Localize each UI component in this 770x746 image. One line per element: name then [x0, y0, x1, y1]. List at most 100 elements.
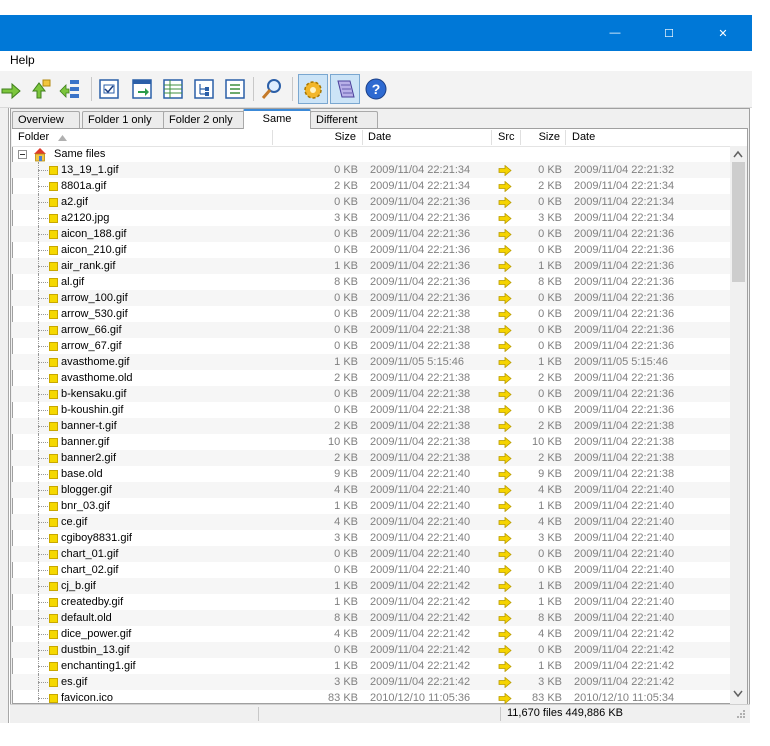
- table-row[interactable]: default.old 8 KB 2009/11/04 22:21:42 8 KB 20…: [12, 610, 730, 626]
- compare-gear-icon[interactable]: [301, 77, 325, 101]
- table-row[interactable]: a2120.jpg 3 KB 2009/11/04 22:21:36 3 KB 2009…: [12, 210, 730, 226]
- scroll-down-icon[interactable]: [733, 690, 743, 698]
- tab-overview[interactable]: Overview: [12, 111, 80, 128]
- scroll-up-icon[interactable]: [733, 150, 743, 158]
- file-size-right: 3 KB: [538, 676, 562, 688]
- file-date-left: 2009/11/04 22:21:42: [370, 596, 471, 608]
- arrow-right-icon: [498, 613, 512, 624]
- details-icon[interactable]: [223, 77, 247, 101]
- file-size-right: 0 KB: [538, 340, 562, 352]
- file-date-right: 2009/11/05 5:15:46: [574, 356, 668, 368]
- tab-same[interactable]: Same: [243, 109, 311, 129]
- notes-icon[interactable]: [333, 77, 357, 101]
- table-row[interactable]: avasthome.gif 1 KB 2009/11/05 5:15:46 1 KB 2…: [12, 354, 730, 370]
- arrow-right-icon: [498, 565, 512, 576]
- tree-view-icon[interactable]: [192, 77, 216, 101]
- table-row[interactable]: aicon_210.gif 0 KB 2009/11/04 22:21:36 0 KB…: [12, 242, 730, 258]
- table-row[interactable]: dice_power.gif 4 KB 2009/11/04 22:21:42 4 K…: [12, 626, 730, 642]
- table-row[interactable]: bnr_03.gif 1 KB 2009/11/04 22:21:40 1 KB 200…: [12, 498, 730, 514]
- table-row[interactable]: es.gif 3 KB 2009/11/04 22:21:42 3 KB 2009/11…: [12, 674, 730, 690]
- export-icon[interactable]: [130, 77, 154, 101]
- file-size-right: 1 KB: [538, 260, 562, 272]
- resize-grip-icon[interactable]: [734, 709, 746, 721]
- check-list-icon[interactable]: [97, 77, 121, 101]
- file-date-left: 2009/11/04 22:21:38: [370, 452, 471, 464]
- file-size-left: 1 KB: [334, 596, 358, 608]
- file-name: b-koushin.gif: [61, 404, 124, 416]
- file-date-right: 2009/11/04 22:21:34: [574, 212, 675, 224]
- column-size-left[interactable]: Size: [274, 131, 356, 143]
- tab-folder2-only[interactable]: Folder 2 only: [163, 111, 245, 128]
- table-row[interactable]: a2.gif 0 KB 2009/11/04 22:21:36 0 KB 2009/11…: [12, 194, 730, 210]
- table-row[interactable]: 13_19_1.gif 0 KB 2009/11/04 22:21:34 0 KB 20…: [12, 162, 730, 178]
- table-row[interactable]: base.old 9 KB 2009/11/04 22:21:40 9 KB 2009/…: [12, 466, 730, 482]
- arrow-right-icon: [498, 293, 512, 304]
- file-name: banner-t.gif: [61, 420, 117, 432]
- arrow-right-icon: [498, 533, 512, 544]
- file-size-left: 1 KB: [334, 356, 358, 368]
- file-icon: [49, 582, 58, 591]
- file-name: chart_01.gif: [61, 548, 119, 560]
- help-icon[interactable]: ?: [364, 77, 388, 101]
- file-name: arrow_67.gif: [61, 340, 122, 352]
- table-row[interactable]: banner2.gif 2 KB 2009/11/04 22:21:38 2 KB 20…: [12, 450, 730, 466]
- column-date-left[interactable]: Date: [368, 131, 391, 143]
- table-row[interactable]: dustbin_13.gif 0 KB 2009/11/04 22:21:42 0 K…: [12, 642, 730, 658]
- file-size-left: 0 KB: [334, 244, 358, 256]
- table-row[interactable]: arrow_530.gif 0 KB 2009/11/04 22:21:38 0 KB…: [12, 306, 730, 322]
- file-icon: [49, 534, 58, 543]
- scroll-thumb[interactable]: [732, 162, 745, 282]
- table-row[interactable]: avasthome.old 2 KB 2009/11/04 22:21:38 2 KB…: [12, 370, 730, 386]
- table-row[interactable]: createdby.gif 1 KB 2009/11/04 22:21:42 1 KB…: [12, 594, 730, 610]
- column-date-right[interactable]: Date: [572, 131, 595, 143]
- table-row[interactable]: banner-t.gif 2 KB 2009/11/04 22:21:38 2 KB 2…: [12, 418, 730, 434]
- maximize-button[interactable]: ☐: [646, 15, 692, 51]
- file-size-left: 0 KB: [334, 292, 358, 304]
- table-row[interactable]: blogger.gif 4 KB 2009/11/04 22:21:40 4 KB 20…: [12, 482, 730, 498]
- close-button[interactable]: ✕: [700, 15, 746, 51]
- table-row[interactable]: arrow_67.gif 0 KB 2009/11/04 22:21:38 0 KB 2…: [12, 338, 730, 354]
- table-row[interactable]: aicon_188.gif 0 KB 2009/11/04 22:21:36 0 KB…: [12, 226, 730, 242]
- table-row[interactable]: arrow_100.gif 0 KB 2009/11/04 22:21:36 0 KB…: [12, 290, 730, 306]
- table-row[interactable]: b-koushin.gif 0 KB 2009/11/04 22:21:38 0 KB…: [12, 402, 730, 418]
- table-row[interactable]: cgiboy8831.gif 3 KB 2009/11/04 22:21:40 3 K…: [12, 530, 730, 546]
- copy-left-icon[interactable]: [29, 77, 53, 101]
- copy-right-icon[interactable]: [0, 77, 24, 101]
- table-icon[interactable]: [161, 77, 185, 101]
- collapse-icon[interactable]: [18, 150, 27, 159]
- minimize-button[interactable]: —: [592, 15, 638, 51]
- table-row[interactable]: air_rank.gif 1 KB 2009/11/04 22:21:36 1 KB 2…: [12, 258, 730, 274]
- file-icon: [49, 502, 58, 511]
- table-row[interactable]: al.gif 8 KB 2009/11/04 22:21:36 8 KB 2009/11…: [12, 274, 730, 290]
- file-name: al.gif: [61, 276, 85, 288]
- file-date-left: 2009/11/04 22:21:36: [370, 228, 471, 240]
- table-row[interactable]: ce.gif 4 KB 2009/11/04 22:21:40 4 KB 2009/11…: [12, 514, 730, 530]
- tab-folder1-only[interactable]: Folder 1 only: [82, 111, 165, 128]
- file-date-right: 2009/11/04 22:21:40: [574, 596, 675, 608]
- menu-help[interactable]: Help: [10, 53, 35, 67]
- file-name: blogger.gif: [61, 484, 112, 496]
- tree-root[interactable]: Same files: [12, 146, 730, 162]
- table-row[interactable]: enchanting1.gif 1 KB 2009/11/04 22:21:42 1 …: [12, 658, 730, 674]
- file-size-left: 0 KB: [334, 564, 358, 576]
- table-row[interactable]: cj_b.gif 1 KB 2009/11/04 22:21:42 1 KB 2009/…: [12, 578, 730, 594]
- table-row[interactable]: arrow_66.gif 0 KB 2009/11/04 22:21:38 0 KB 2…: [12, 322, 730, 338]
- vertical-scrollbar[interactable]: [730, 146, 747, 704]
- file-name: arrow_100.gif: [61, 292, 128, 304]
- column-folder[interactable]: Folder: [18, 131, 49, 143]
- file-date-right: 2009/11/04 22:21:38: [574, 452, 675, 464]
- table-row[interactable]: chart_02.gif 0 KB 2009/11/04 22:21:40 0 KB 2…: [12, 562, 730, 578]
- sync-tree-icon[interactable]: [58, 77, 82, 101]
- table-row[interactable]: chart_01.gif 0 KB 2009/11/04 22:21:40 0 KB 2…: [12, 546, 730, 562]
- table-row[interactable]: 8801a.gif 2 KB 2009/11/04 22:21:34 2 KB 2009…: [12, 178, 730, 194]
- find-icon[interactable]: [260, 77, 284, 101]
- table-row[interactable]: banner.gif 10 KB 2009/11/04 22:21:38 10 KB 2…: [12, 434, 730, 450]
- column-size-right[interactable]: Size: [522, 131, 560, 143]
- file-name: banner2.gif: [61, 452, 117, 464]
- table-row[interactable]: b-kensaku.gif 0 KB 2009/11/04 22:21:38 0 KB…: [12, 386, 730, 402]
- column-src[interactable]: Src: [498, 131, 515, 143]
- file-date-right: 2009/11/04 22:21:40: [574, 548, 675, 560]
- file-name: chart_02.gif: [61, 564, 119, 576]
- file-date-left: 2009/11/04 22:21:42: [370, 676, 471, 688]
- tab-different[interactable]: Different: [310, 111, 378, 128]
